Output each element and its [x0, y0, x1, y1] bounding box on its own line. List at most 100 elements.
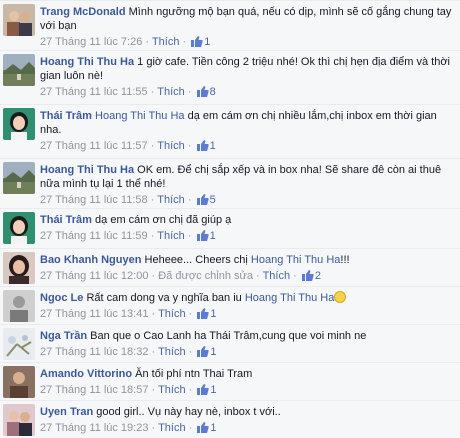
separator: · — [187, 86, 192, 98]
thumbs-up-icon — [301, 270, 314, 281]
like-count[interactable]: 1 — [189, 36, 210, 48]
like-count-number: 2 — [314, 270, 321, 282]
comment-timestamp[interactable]: 27 Tháng 11 lúc 13:41 — [40, 308, 148, 320]
comment-item: Hoang Thi Thu Ha OK em. Để chị sắp xếp v… — [0, 158, 460, 212]
comment-meta: 27 Tháng 11 lúc 7:26 · Thích · 1 — [40, 35, 456, 49]
comment-text: Ăn tối phí ntn Thai Tram — [135, 368, 253, 380]
thumbs-up-icon — [191, 36, 203, 47]
comment-mention[interactable]: Hoang Thi Thu Ha — [245, 292, 334, 304]
comment-timestamp[interactable]: 27 Tháng 11 lúc 11:57 — [40, 140, 148, 152]
separator: · — [150, 140, 155, 152]
thumbs-up-icon — [196, 194, 209, 205]
comment-mention[interactable]: Hoang Thi Thu Ha — [95, 110, 184, 122]
avatar[interactable] — [3, 212, 35, 244]
comment-timestamp[interactable]: 27 Tháng 11 lúc 7:26 — [40, 36, 142, 48]
comment-text-end: !!! — [340, 254, 350, 266]
avatar[interactable] — [3, 328, 35, 360]
avatar[interactable] — [3, 54, 35, 86]
comment-author[interactable]: Uyen Tran — [40, 406, 93, 418]
separator: · — [151, 270, 156, 282]
avatar[interactable] — [3, 108, 35, 140]
smile-emoji-icon — [334, 291, 347, 303]
avatar[interactable] — [3, 290, 35, 322]
separator: · — [188, 308, 193, 320]
comment-author[interactable]: Hoang Thi Thu Ha — [40, 164, 134, 176]
like-button[interactable]: Thích — [152, 36, 180, 48]
comment-author[interactable]: Nga Trần — [40, 330, 87, 342]
comment-timestamp[interactable]: 27 Tháng 11 lúc 19:23 — [40, 422, 148, 434]
comment-text: Heheee... Cheers chị — [144, 254, 248, 266]
comment-list: Trang McDonald Mình ngưỡng mộ bạn quá, n… — [0, 0, 460, 438]
like-count[interactable]: 1 — [195, 140, 216, 152]
comment-author[interactable]: Bao Khanh Nguyen — [40, 254, 141, 266]
like-button[interactable]: Thích — [157, 194, 185, 206]
comment-item: Hoang Thi Thu Ha 1 giờ cafe. Tiền công 2… — [0, 50, 460, 104]
like-button[interactable]: Thích — [263, 270, 291, 282]
comment-mention[interactable]: Hoang Thi Thu Ha — [251, 254, 340, 266]
thumbs-up-icon — [196, 86, 209, 97]
avatar[interactable] — [3, 4, 35, 36]
comment-item: Uyen Tran good girl.. Vụ này hay nè, inb… — [0, 400, 460, 438]
comment-timestamp[interactable]: 27 Tháng 11 lúc 11:59 — [40, 230, 148, 242]
comment-text: Rất cam dong va y nghĩa ban iu — [86, 292, 242, 304]
like-button[interactable]: Thích — [158, 384, 186, 396]
thumbs-up-icon — [196, 230, 209, 241]
comment-timestamp[interactable]: 27 Tháng 11 lúc 12:00 — [40, 270, 148, 282]
separator: · — [182, 36, 187, 48]
avatar[interactable] — [3, 404, 35, 436]
comment-timestamp[interactable]: 27 Tháng 11 lúc 18:57 — [40, 384, 148, 396]
comment-meta: 27 Tháng 11 lúc 11:58 · Thích · 5 — [40, 193, 456, 207]
like-button[interactable]: Thích — [157, 140, 185, 152]
separator: · — [187, 140, 192, 152]
like-count[interactable]: 1 — [195, 308, 217, 320]
edited-indicator[interactable]: Đã được chỉnh sửa — [158, 270, 253, 282]
like-count-number: 1 — [209, 140, 216, 152]
comment-meta: 27 Tháng 11 lúc 19:23 · Thích · 1 — [40, 421, 456, 435]
comment-author[interactable]: Hoang Thi Thu Ha — [40, 56, 134, 68]
thumbs-up-icon — [197, 422, 209, 433]
like-button[interactable]: Thích — [158, 422, 186, 434]
like-count-number: 1 — [210, 346, 217, 358]
like-count-number: 1 — [210, 422, 217, 434]
comment-author[interactable]: Amando Vittorino — [40, 368, 132, 380]
comment-timestamp[interactable]: 27 Tháng 11 lúc 18:32 — [40, 346, 148, 358]
thumbs-up-icon — [197, 346, 209, 357]
like-count-number: 1 — [210, 308, 217, 320]
thumbs-up-icon — [197, 308, 209, 319]
like-button[interactable]: Thích — [157, 86, 185, 98]
separator: · — [151, 422, 156, 434]
like-count[interactable]: 1 — [195, 384, 217, 396]
like-count[interactable]: 5 — [195, 194, 216, 206]
like-count[interactable]: 1 — [195, 346, 217, 358]
like-count[interactable]: 2 — [300, 270, 321, 282]
separator: · — [187, 194, 192, 206]
separator: · — [150, 194, 155, 206]
separator: · — [150, 86, 155, 98]
comment-meta: 27 Tháng 11 lúc 13:41 · Thích · 1 — [40, 307, 456, 321]
like-count-number: 1 — [209, 230, 216, 242]
comment-item: Trang McDonald Mình ngưỡng mộ bạn quá, n… — [0, 0, 460, 54]
like-count-number: 1 — [204, 36, 211, 48]
avatar[interactable] — [3, 252, 35, 284]
thumbs-up-icon — [196, 140, 209, 151]
like-count[interactable]: 1 — [195, 230, 216, 242]
comment-author[interactable]: Trang McDonald — [40, 6, 126, 18]
comment-timestamp[interactable]: 27 Tháng 11 lúc 11:55 — [40, 86, 148, 98]
avatar[interactable] — [3, 162, 35, 194]
comment-author[interactable]: Thái Trâm — [40, 214, 92, 226]
comment-timestamp[interactable]: 27 Tháng 11 lúc 11:58 — [40, 194, 148, 206]
like-button[interactable]: Thích — [158, 346, 186, 358]
like-button[interactable]: Thích — [157, 230, 185, 242]
like-button[interactable]: Thích — [158, 308, 186, 320]
comment-author[interactable]: Ngoc Le — [40, 292, 83, 304]
separator: · — [150, 230, 155, 242]
separator: · — [151, 346, 156, 358]
comment-meta: 27 Tháng 11 lúc 11:59 · Thích · 1 — [40, 229, 456, 243]
like-count-number: 5 — [209, 194, 216, 206]
comment-author[interactable]: Thái Trâm — [40, 110, 92, 122]
separator: · — [145, 36, 150, 48]
separator: · — [151, 384, 156, 396]
like-count[interactable]: 8 — [195, 86, 216, 98]
like-count[interactable]: 1 — [195, 422, 217, 434]
avatar[interactable] — [3, 366, 35, 398]
